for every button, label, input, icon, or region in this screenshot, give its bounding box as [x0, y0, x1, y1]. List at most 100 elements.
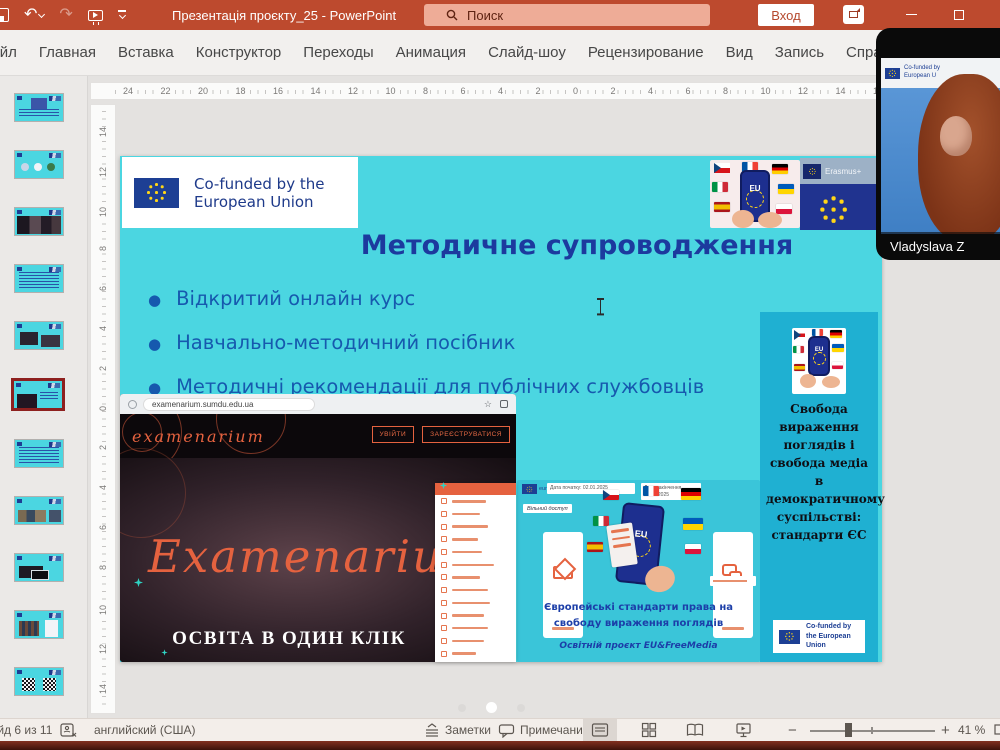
ruler-number: 0 [572, 86, 579, 96]
video-participant-overlay[interactable]: Co-funded by European U Vladyslava Z [876, 28, 1000, 260]
reading-view-button[interactable] [678, 719, 712, 741]
search-icon [446, 9, 458, 21]
slide-thumbnail-1[interactable] [14, 93, 64, 122]
flag-germany-icon [681, 488, 701, 500]
slide-canvas[interactable]: Co-funded by the European Union Методичн… [120, 156, 882, 662]
tab-design[interactable]: Конструктор [196, 44, 282, 61]
bookmark-star-icon[interactable]: ☆ [484, 399, 492, 410]
slide-title[interactable]: Методичне супроводження [290, 230, 864, 261]
downloads-icon[interactable] [500, 400, 508, 408]
flag-spain-icon [794, 364, 805, 371]
fit-to-window-icon[interactable] [994, 719, 1000, 741]
zoom-slider-thumb[interactable] [845, 723, 852, 737]
window-bottom-edge [0, 741, 1000, 750]
accessibility-icon[interactable] [60, 719, 77, 741]
ruler-number: 4 [98, 485, 108, 490]
page-dot-active[interactable] [486, 702, 497, 713]
ruler-number: 14 [835, 86, 847, 96]
browser-url-field[interactable]: examenarium.sumdu.edu.ua [143, 398, 315, 411]
slideshow-view-button[interactable] [726, 719, 760, 741]
lms-menu-item[interactable] [435, 558, 516, 571]
zoom-in-button[interactable]: + [941, 719, 950, 741]
zoom-out-button[interactable]: − [788, 719, 797, 741]
undo-button[interactable]: ↶ [24, 6, 44, 24]
tab-review[interactable]: Рецензирование [588, 44, 704, 61]
maximize-button[interactable] [942, 0, 976, 29]
lms-menu-item[interactable] [435, 546, 516, 559]
zoom-level[interactable]: 41 % [958, 719, 985, 741]
pagination-dots[interactable] [458, 702, 525, 713]
comments-button[interactable]: Примечания [498, 719, 589, 741]
slide-thumbnail-4[interactable] [14, 264, 64, 293]
tab-home[interactable]: Главная [39, 44, 96, 61]
lms-menu-item[interactable] [435, 622, 516, 635]
lms-menu-item[interactable] [435, 495, 516, 508]
text-cursor [596, 298, 605, 315]
eu-flag-icon [885, 68, 900, 79]
zoom-slider-track[interactable] [810, 730, 935, 732]
eu-flag-large [800, 184, 882, 230]
ruler-number: 12 [98, 644, 108, 654]
ribbon-tabs: Файл Главная Вставка Конструктор Переход… [0, 30, 1000, 76]
lms-menu-item[interactable] [435, 635, 516, 648]
title-bar: ↶ ↷ Презентація проєкту_25 - PowerPoint … [0, 0, 1000, 30]
tab-view[interactable]: Вид [726, 44, 753, 61]
slide-thumbnail-panel[interactable] [0, 76, 88, 718]
lms-menu-item[interactable] [435, 584, 516, 597]
slide-thumbnail-5[interactable] [14, 321, 64, 350]
slide-thumbnail-11[interactable] [14, 667, 64, 696]
tab-transitions[interactable]: Переходы [303, 44, 373, 61]
eu-flag-icon [779, 630, 800, 644]
tab-record[interactable]: Запись [775, 44, 824, 61]
tab-animations[interactable]: Анимация [396, 44, 466, 61]
slide-thumbnail-6-selected[interactable] [11, 378, 65, 411]
lms-menu-item[interactable] [435, 520, 516, 533]
lms-menu-item[interactable] [435, 508, 516, 521]
register-button[interactable]: ЗАРЕЄСТРУВАТИСЯ [422, 426, 510, 443]
flag-czech-icon [794, 330, 805, 337]
lms-menu-item[interactable] [435, 609, 516, 622]
participant-video: Co-funded by European U [881, 58, 1000, 234]
start-slideshow-icon[interactable] [88, 10, 103, 21]
ruler-number: 14 [310, 86, 322, 96]
customize-toolbar-icon[interactable] [118, 10, 126, 20]
lms-menu-item[interactable] [435, 571, 516, 584]
ruler-number: 0 [98, 406, 108, 411]
language-status[interactable]: английский (США) [94, 719, 195, 741]
flag-italy-icon [712, 182, 728, 192]
search-input[interactable]: Поиск [424, 4, 710, 26]
lms-menu-items [435, 495, 516, 660]
normal-view-button[interactable] [583, 719, 617, 741]
tab-insert[interactable]: Вставка [118, 44, 174, 61]
lms-menu-item[interactable] [435, 533, 516, 546]
course-screenshot: european union Дата початку: 02.01.2025 … [517, 480, 760, 662]
lms-menu-item[interactable] [435, 597, 516, 610]
sign-in-button[interactable]: Вход [758, 4, 814, 26]
slide-thumbnail-9[interactable] [14, 553, 64, 582]
slide-thumbnail-3[interactable] [14, 207, 64, 236]
status-bar: Слайд 6 из 11 английский (США) Заметки П… [0, 718, 1000, 741]
slide-thumbnail-7[interactable] [14, 439, 64, 468]
flag-ukraine-icon [683, 518, 703, 530]
tab-slideshow[interactable]: Слайд-шоу [488, 44, 566, 61]
slide-thumbnail-10[interactable] [14, 610, 64, 639]
save-icon[interactable] [0, 8, 9, 22]
tab-file[interactable]: Файл [0, 44, 17, 61]
minimize-button[interactable] [894, 0, 928, 29]
search-placeholder: Поиск [467, 8, 503, 23]
notes-button[interactable]: Заметки [424, 719, 491, 741]
page-dot[interactable] [458, 704, 466, 712]
slide-thumbnail-2[interactable] [14, 150, 64, 179]
login-button[interactable]: УВІЙТИ [372, 426, 415, 443]
ruler-number: 4 [497, 86, 504, 96]
slide-thumbnail-8[interactable] [14, 496, 64, 525]
erasmus-eu-icon [803, 164, 821, 179]
free-access-badge: Вільний доступ [523, 504, 572, 513]
ruler-horizontal: 242220181614121086420246810121416 [90, 82, 1000, 100]
page-dot[interactable] [517, 704, 525, 712]
slide-sorter-view-button[interactable] [632, 719, 666, 741]
quick-access-toolbar: ↶ ↷ [0, 0, 126, 30]
ruler-vertical: 141210864202468101214 [90, 104, 116, 714]
lms-menu-item[interactable] [435, 647, 516, 660]
share-icon[interactable] [843, 5, 864, 24]
